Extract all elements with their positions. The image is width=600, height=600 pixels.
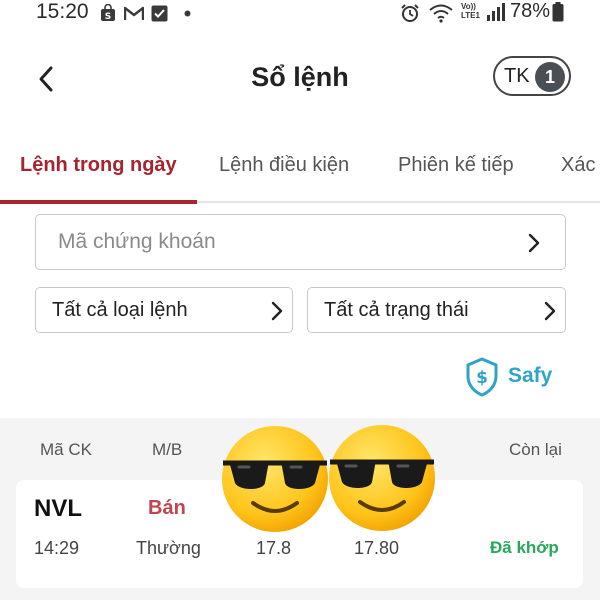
status-bar: 15:20 S Vo)) LTE1 78% — [0, 0, 600, 28]
active-tab-indicator — [0, 200, 197, 204]
dot-icon — [184, 10, 191, 17]
status-time: 15:20 — [36, 0, 89, 23]
search-placeholder: Mã chứng khoán — [58, 230, 216, 253]
order-status-filter-label: Tất cả trạng thái — [324, 299, 469, 321]
order-type-filter-label: Tất cả loại lệnh — [52, 299, 188, 321]
safy-shield-icon[interactable]: $ — [465, 357, 499, 397]
column-header-remaining: Còn lại — [509, 440, 562, 459]
svg-text:S: S — [105, 12, 111, 22]
tab-next-session[interactable]: Phiên kế tiếp — [398, 154, 514, 177]
signal-icon — [487, 3, 505, 21]
matched-price: 17.80 — [354, 538, 400, 558]
battery-percent: 78% — [510, 0, 551, 22]
tab-confirm[interactable]: Xác — [561, 154, 595, 177]
account-label: TK — [504, 65, 530, 87]
order-status: Đã khớp — [490, 538, 559, 557]
battery-icon — [552, 2, 564, 22]
shopee-bag-icon: S — [101, 4, 115, 22]
chevron-right-icon — [271, 301, 283, 321]
order-symbol: NVL — [34, 495, 82, 522]
account-number-badge: 1 — [535, 62, 565, 92]
wifi-icon — [429, 4, 453, 23]
tab-today-orders[interactable]: Lệnh trong ngày — [20, 154, 177, 177]
chevron-right-icon — [544, 301, 556, 321]
order-type-filter[interactable]: Tất cả loại lệnh — [35, 287, 293, 333]
order-time: 14:29 — [34, 538, 80, 558]
sunglasses-emoji-icon — [222, 426, 328, 532]
order-type: Thường — [136, 538, 201, 558]
check-box-icon — [151, 5, 168, 22]
tab-conditional-orders[interactable]: Lệnh điều kiện — [219, 154, 349, 177]
symbol-search-field[interactable]: Mã chứng khoán — [35, 214, 566, 270]
column-header-side: M/B — [152, 440, 183, 459]
column-header-symbol: Mã CK — [40, 440, 92, 459]
alarm-icon — [401, 4, 419, 22]
order-side: Bán — [148, 497, 186, 519]
volte-indicator: Vo)) LTE1 — [461, 2, 480, 20]
order-price: 17.8 — [256, 538, 292, 558]
safy-label[interactable]: Safy — [508, 364, 552, 388]
order-status-filter[interactable]: Tất cả trạng thái — [307, 287, 566, 333]
chevron-right-icon — [528, 233, 540, 253]
svg-text:$: $ — [476, 368, 488, 388]
sunglasses-emoji-icon — [329, 425, 435, 531]
gmail-icon — [124, 6, 144, 20]
account-selector[interactable]: TK 1 — [493, 56, 571, 96]
